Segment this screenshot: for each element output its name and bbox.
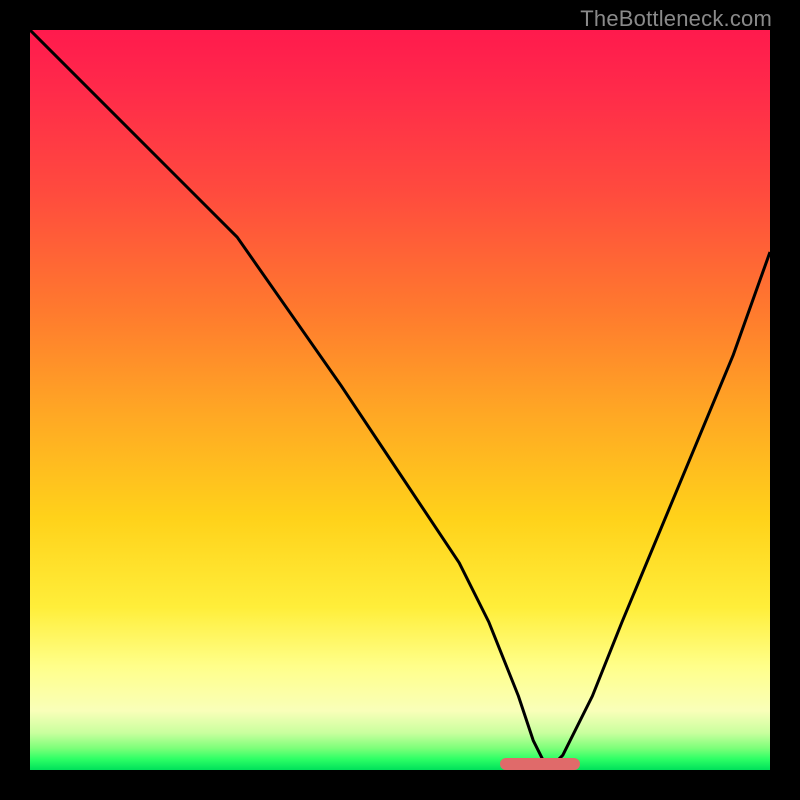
watermark-text: TheBottleneck.com [580, 6, 772, 32]
bottleneck-curve-path [30, 30, 770, 770]
chart-frame: TheBottleneck.com [0, 0, 800, 800]
plot-area [30, 30, 770, 770]
optimal-range-marker [500, 758, 580, 770]
line-chart [30, 30, 770, 770]
